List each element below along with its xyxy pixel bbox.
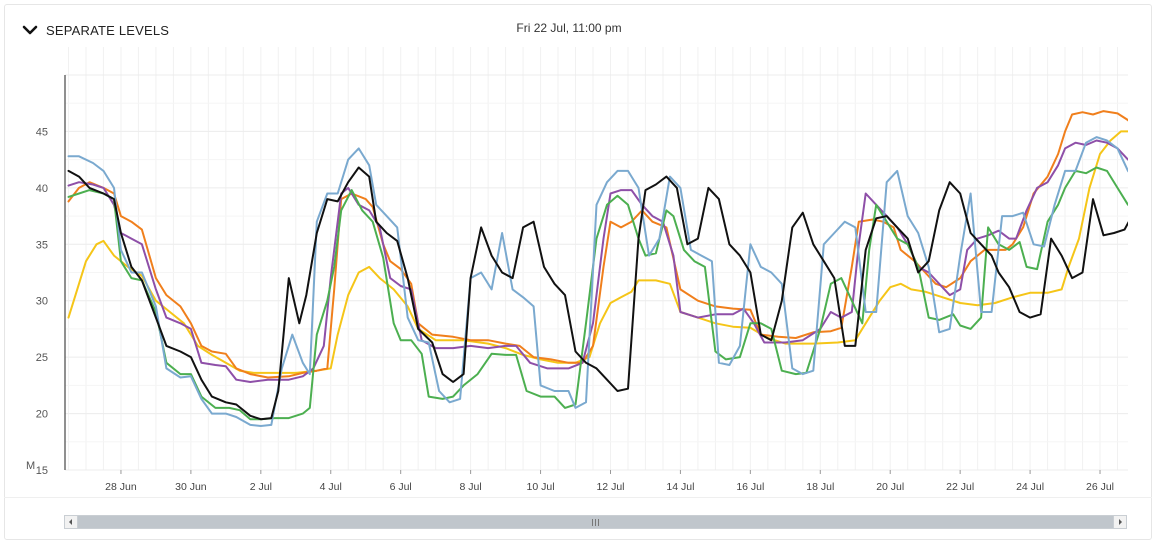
x-tick-label: 10 Jul [527,481,555,493]
line-chart[interactable]: 15 20 25 30 35 40 45 M 28 Jun 30 Jun 2 Jul 4 Jul 6 J… [0,0,1158,500]
y-tick-label: 15 [36,465,48,477]
scroll-right-button[interactable] [1113,516,1126,528]
scroll-left-button[interactable] [65,516,78,528]
x-tick-label: 6 Jul [390,481,412,493]
y-axis-label: M [26,460,35,472]
x-tick-label: 18 Jul [806,481,834,493]
arrow-left-icon [69,519,72,525]
x-tick-label: 16 Jul [736,481,764,493]
y-tick-label: 45 [36,126,48,138]
x-tick-label: 24 Jul [1016,481,1044,493]
horizontal-scrollbar[interactable] [64,515,1127,529]
x-tick-label: 20 Jul [876,481,904,493]
series-line-5 [67,136,1128,427]
x-tick-label: 28 Jun [105,481,137,493]
scrollbar-thumb[interactable] [78,516,1113,528]
arrow-right-icon [1119,519,1122,525]
y-tick-label: 25 [36,352,48,364]
x-tick-label: 30 Jun [175,481,207,493]
x-tick-label: 8 Jul [460,481,482,493]
x-tick-label: 22 Jul [946,481,974,493]
grip-icon [591,518,599,526]
x-tick-label: 26 Jul [1086,481,1114,493]
divider [4,497,1152,498]
x-tick-label: 2 Jul [250,481,272,493]
x-tick-label: 12 Jul [596,481,624,493]
y-tick-label: 20 [36,409,48,421]
x-tick-label: 4 Jul [320,481,342,493]
y-tick-label: 35 [36,239,48,251]
series-line-1 [67,130,1128,374]
y-tick-label: 30 [36,296,48,308]
x-tick-label: 14 Jul [666,481,694,493]
y-tick-label: 40 [36,183,48,195]
